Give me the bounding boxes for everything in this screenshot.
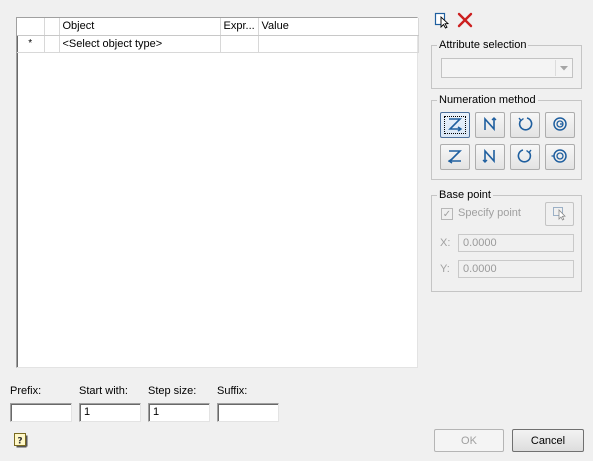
- x-label: X:: [440, 237, 451, 249]
- grid-header: Object Expr... Value: [17, 18, 419, 36]
- pick-point-button[interactable]: [545, 202, 574, 226]
- table-row[interactable]: * <Select object type>: [17, 35, 419, 53]
- z-rows-reverse-button[interactable]: [440, 144, 470, 170]
- spiral-ccw-icon: [515, 115, 535, 136]
- select-object-icon[interactable]: [433, 11, 451, 29]
- step-size-label: Step size:: [148, 385, 197, 397]
- row-blank-cell: [44, 35, 60, 53]
- grid-header-expr[interactable]: Expr...: [220, 18, 259, 36]
- specify-point-checkbox[interactable]: ✓: [441, 208, 453, 220]
- prefix-label: Prefix:: [10, 385, 42, 397]
- row-indicator: *: [17, 35, 45, 53]
- spiral-inward-button[interactable]: [545, 112, 575, 138]
- grid-header-indicator[interactable]: [17, 18, 45, 36]
- prefix-input[interactable]: [10, 403, 72, 422]
- ok-button[interactable]: OK: [434, 429, 504, 452]
- pick-point-icon: [550, 204, 570, 225]
- z-rows-icon: [445, 115, 465, 136]
- suffix-label: Suffix:: [217, 385, 248, 397]
- spiral-cw-button[interactable]: [510, 144, 540, 170]
- spiral-inward-icon: [550, 115, 570, 136]
- grid-header-blank[interactable]: [44, 18, 60, 36]
- suffix-input[interactable]: [217, 403, 279, 422]
- object-cell[interactable]: <Select object type>: [59, 35, 221, 53]
- specify-point-label: Specify point: [458, 207, 521, 219]
- start-with-label: Start with:: [79, 385, 128, 397]
- spiral-outward-icon: [550, 147, 570, 168]
- grid-header-value[interactable]: Value: [258, 18, 419, 36]
- spiral-outward-button[interactable]: [545, 144, 575, 170]
- y-label: Y:: [440, 263, 450, 275]
- step-size-input[interactable]: 1: [148, 403, 210, 422]
- z-rows-button[interactable]: [440, 112, 470, 138]
- expr-cell[interactable]: [220, 35, 259, 53]
- attribute-selection-dropdown[interactable]: [441, 58, 573, 78]
- svg-text:?: ?: [17, 437, 22, 447]
- z-rows-reverse-icon: [445, 147, 465, 168]
- value-cell[interactable]: [258, 35, 419, 53]
- spiral-ccw-button[interactable]: [510, 112, 540, 138]
- spiral-cw-icon: [515, 147, 535, 168]
- x-coordinate-field[interactable]: 0.0000: [458, 234, 574, 252]
- delete-icon[interactable]: [456, 11, 474, 29]
- n-columns-icon: [480, 115, 500, 136]
- n-columns-reverse-icon: [480, 147, 500, 168]
- object-grid[interactable]: Object Expr... Value * <Select object ty…: [16, 17, 419, 368]
- attribute-selection-label: Attribute selection: [437, 39, 529, 52]
- cancel-button[interactable]: Cancel: [512, 429, 584, 452]
- help-icon[interactable]: ?: [13, 432, 29, 448]
- grid-header-object[interactable]: Object: [59, 18, 221, 36]
- n-columns-button[interactable]: [475, 112, 505, 138]
- chevron-down-icon: [555, 60, 571, 76]
- numeration-method-label: Numeration method: [437, 94, 538, 107]
- start-with-input[interactable]: 1: [79, 403, 141, 422]
- base-point-label: Base point: [437, 189, 493, 202]
- y-coordinate-field[interactable]: 0.0000: [458, 260, 574, 278]
- n-columns-reverse-button[interactable]: [475, 144, 505, 170]
